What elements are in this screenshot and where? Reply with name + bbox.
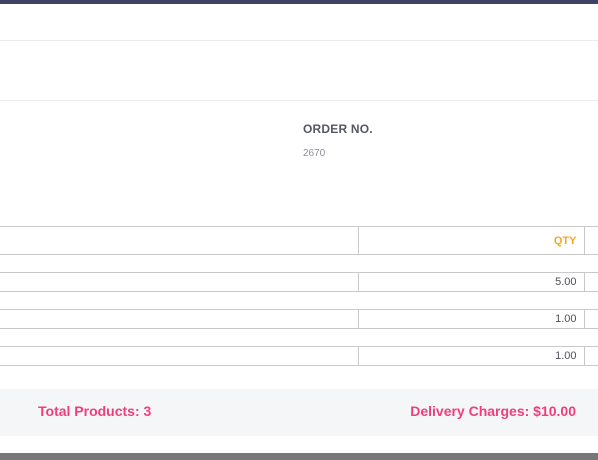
order-items-table: QTY 5.00 1.00 1.00 xyxy=(0,226,598,366)
qty-header: QTY xyxy=(358,226,585,255)
item-qty-cell: 1.00 xyxy=(358,309,585,329)
item-qty-cell: 1.00 xyxy=(358,346,585,366)
section-divider xyxy=(0,40,598,41)
total-products-text: Total Products: 3 xyxy=(38,403,152,419)
extra-header-cell xyxy=(584,226,598,255)
item-description-cell xyxy=(0,309,359,329)
table-row: 1.00 xyxy=(0,346,598,366)
description-header-cell xyxy=(0,226,359,255)
section-divider xyxy=(0,100,598,101)
item-qty-cell: 5.00 xyxy=(358,272,585,292)
item-extra-cell xyxy=(584,309,598,329)
item-extra-cell xyxy=(584,272,598,292)
item-extra-cell xyxy=(584,346,598,366)
item-description-cell xyxy=(0,346,359,366)
delivery-charges-text: Delivery Charges: $10.00 xyxy=(410,403,576,419)
bottom-footer-bar xyxy=(0,453,598,460)
order-number-label: ORDER NO. xyxy=(303,122,373,136)
table-row: 5.00 xyxy=(0,272,598,292)
top-header-bar xyxy=(0,0,598,4)
item-description-cell xyxy=(0,272,359,292)
order-number-value: 2670 xyxy=(303,148,326,159)
table-header-row: QTY xyxy=(0,226,598,255)
table-row: 1.00 xyxy=(0,309,598,329)
